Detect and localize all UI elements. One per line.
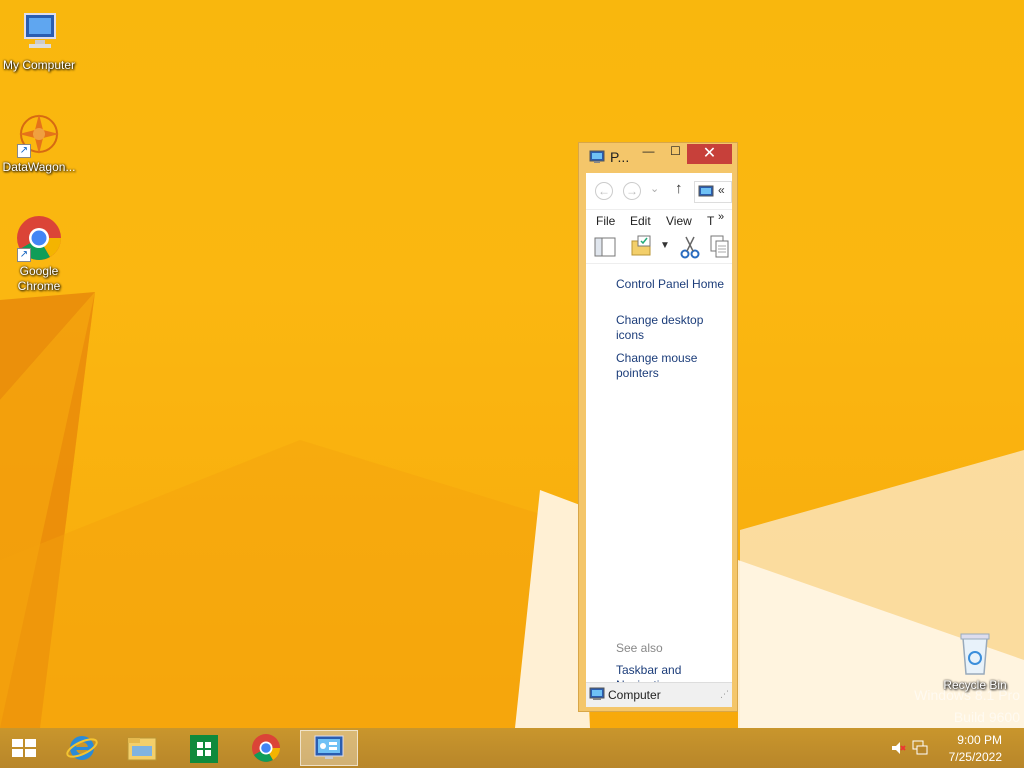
menu-overflow[interactable]: » bbox=[718, 211, 724, 223]
watermark-build: Build 9600 bbox=[953, 709, 1020, 725]
see-also-heading: See also bbox=[616, 641, 663, 655]
control-panel-window[interactable]: P... — ☐ ✕ ← → ⌄ ↑ « File Edit View T » bbox=[578, 142, 738, 712]
maximize-button[interactable]: ☐ bbox=[662, 144, 689, 164]
os-watermark: Windows 8.1 Pro Build 9600 bbox=[908, 684, 1020, 728]
address-bar[interactable]: « bbox=[694, 181, 732, 203]
shortcut-arrow-icon: ↗ bbox=[17, 248, 31, 262]
wallpaper-shapes bbox=[0, 292, 1024, 728]
desktop-icon-my-computer[interactable]: My Computer bbox=[0, 8, 78, 73]
menu-view[interactable]: View bbox=[666, 214, 692, 228]
volume-muted-icon[interactable] bbox=[890, 740, 906, 759]
layout-icon[interactable] bbox=[594, 237, 616, 262]
taskbar-file-explorer[interactable] bbox=[114, 730, 170, 766]
status-bar: Computer ⋰ bbox=[586, 682, 732, 707]
dropdown-arrow-icon[interactable]: ▼ bbox=[660, 240, 670, 251]
menu-tools[interactable]: T bbox=[707, 214, 714, 228]
minimize-button[interactable]: — bbox=[635, 144, 662, 164]
title-bar[interactable]: P... — ☐ ✕ bbox=[579, 143, 737, 171]
desktop-icon-label: Google Chrome bbox=[17, 264, 61, 293]
copy-icon[interactable] bbox=[710, 235, 730, 264]
control-panel-icon bbox=[314, 735, 344, 759]
taskbar-store[interactable] bbox=[176, 730, 232, 766]
start-icon bbox=[12, 739, 36, 757]
menu-edit[interactable]: Edit bbox=[630, 214, 651, 228]
system-tray: 9:00 PM 7/25/2022 bbox=[886, 728, 1016, 768]
recent-locations-dropdown[interactable]: ⌄ bbox=[650, 182, 659, 195]
desktop-icon-google-chrome[interactable]: ↗ Google Chrome bbox=[0, 214, 78, 294]
control-panel-icon bbox=[589, 150, 605, 164]
clock-time[interactable]: 9:00 PM bbox=[957, 733, 1002, 747]
desktop-icon-label: My Computer bbox=[2, 58, 76, 72]
internet-explorer-icon bbox=[66, 736, 98, 760]
navigation-bar: ← → ⌄ ↑ « bbox=[586, 173, 732, 210]
change-mouse-pointers-link[interactable]: Change mouse pointers bbox=[616, 351, 728, 381]
network-icon[interactable] bbox=[912, 740, 928, 759]
toolbar: ▼ bbox=[586, 233, 732, 264]
forward-button[interactable]: → bbox=[623, 182, 641, 200]
taskbar-chrome[interactable] bbox=[238, 730, 294, 766]
shortcut-arrow-icon: ↗ bbox=[17, 144, 31, 158]
status-location: Computer bbox=[608, 688, 661, 702]
taskbar: 9:00 PM 7/25/2022 bbox=[0, 728, 1024, 768]
resize-grip-icon[interactable]: ⋰ bbox=[720, 689, 729, 700]
menu-file[interactable]: File bbox=[596, 214, 615, 228]
store-icon bbox=[190, 735, 218, 763]
cut-icon[interactable] bbox=[680, 235, 700, 264]
window-title: P... bbox=[610, 149, 630, 165]
address-overflow[interactable]: « bbox=[718, 183, 725, 197]
watermark-edition: Windows 8.1 Pro bbox=[914, 687, 1020, 703]
folder-options-icon[interactable] bbox=[630, 235, 652, 262]
file-explorer-icon bbox=[127, 737, 157, 761]
chrome-icon: ↗ bbox=[15, 214, 63, 262]
window-client: ← → ⌄ ↑ « File Edit View T » ▼ Control P… bbox=[586, 173, 732, 707]
recycle-bin-icon bbox=[951, 630, 999, 676]
desktop-icon-datawagon[interactable]: ↗ DataWagon... bbox=[0, 110, 78, 175]
taskbar-control-panel[interactable] bbox=[300, 730, 358, 766]
desktop-icon-label: DataWagon... bbox=[2, 160, 76, 174]
control-panel-icon bbox=[698, 185, 714, 197]
start-button[interactable] bbox=[0, 730, 48, 766]
computer-icon bbox=[15, 8, 63, 56]
datawagon-icon: ↗ bbox=[15, 110, 63, 158]
close-button[interactable]: ✕ bbox=[687, 144, 732, 164]
desktop: My Computer ↗ DataWagon... ↗ Google Chro bbox=[0, 0, 1024, 728]
control-panel-home-link[interactable]: Control Panel Home bbox=[616, 277, 728, 292]
computer-icon bbox=[589, 687, 605, 700]
back-button[interactable]: ← bbox=[595, 182, 613, 200]
change-desktop-icons-link[interactable]: Change desktop icons bbox=[616, 313, 728, 343]
chrome-icon bbox=[252, 734, 280, 762]
up-button[interactable]: ↑ bbox=[675, 180, 683, 197]
taskbar-internet-explorer[interactable] bbox=[54, 730, 110, 766]
menu-bar: File Edit View T » bbox=[586, 211, 732, 231]
clock-date[interactable]: 7/25/2022 bbox=[949, 750, 1002, 764]
